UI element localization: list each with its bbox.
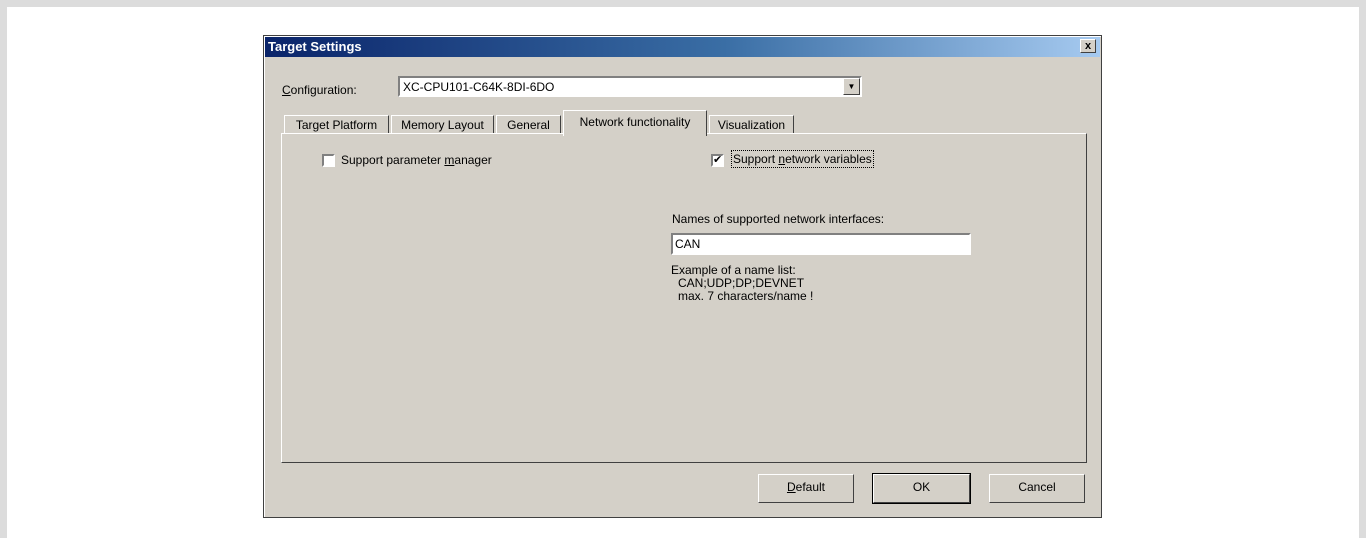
chevron-down-icon[interactable]: ▼ — [843, 78, 860, 95]
support-parameter-manager-checkbox[interactable] — [322, 154, 335, 167]
target-settings-dialog: Target Settings x Configuration: XC-CPU1… — [263, 35, 1102, 518]
support-netvars-pre: Support — [733, 152, 779, 166]
default-accel: D — [786, 480, 796, 494]
example-label: Example of a name list: — [671, 263, 796, 277]
network-interfaces-input[interactable] — [671, 233, 971, 255]
tab-target-platform[interactable]: Target Platform — [284, 115, 389, 135]
close-icon[interactable]: x — [1080, 39, 1096, 53]
support-parameter-manager-label[interactable]: Support parameter manager — [341, 153, 492, 167]
ok-button[interactable]: OK — [872, 473, 971, 504]
example-list: CAN;UDP;DP;DEVNET — [678, 276, 805, 290]
default-rest: efault — [795, 480, 826, 494]
cancel-button[interactable]: Cancel — [989, 474, 1085, 503]
tab-general[interactable]: General — [496, 115, 561, 135]
support-network-variables-label[interactable]: Support network variables — [731, 150, 874, 168]
support-param-accel: m — [444, 153, 455, 167]
dialog-title: Target Settings — [268, 39, 362, 54]
support-network-variables-checkbox[interactable]: ✔ — [711, 154, 724, 167]
tab-memory-layout[interactable]: Memory Layout — [391, 115, 494, 135]
dialog-titlebar[interactable]: Target Settings — [265, 37, 1100, 57]
support-netvars-post: etwork variables — [785, 152, 872, 166]
configuration-label-rest: onfiguration: — [290, 83, 357, 97]
default-button[interactable]: Default — [758, 474, 854, 503]
configuration-value: XC-CPU101-C64K-8DI-6DO — [403, 80, 555, 94]
tab-network-functionality[interactable]: Network functionality — [563, 110, 707, 136]
configuration-select[interactable]: XC-CPU101-C64K-8DI-6DO ▼ — [398, 76, 862, 97]
names-of-interfaces-label: Names of supported network interfaces: — [672, 212, 885, 226]
configuration-label-accel: C — [282, 83, 291, 97]
tab-visualization[interactable]: Visualization — [709, 115, 794, 135]
configuration-label: Configuration: — [282, 83, 357, 97]
support-param-pre: Support parameter — [341, 153, 445, 167]
example-note: max. 7 characters/name ! — [678, 289, 814, 303]
support-param-post: anager — [454, 153, 492, 167]
